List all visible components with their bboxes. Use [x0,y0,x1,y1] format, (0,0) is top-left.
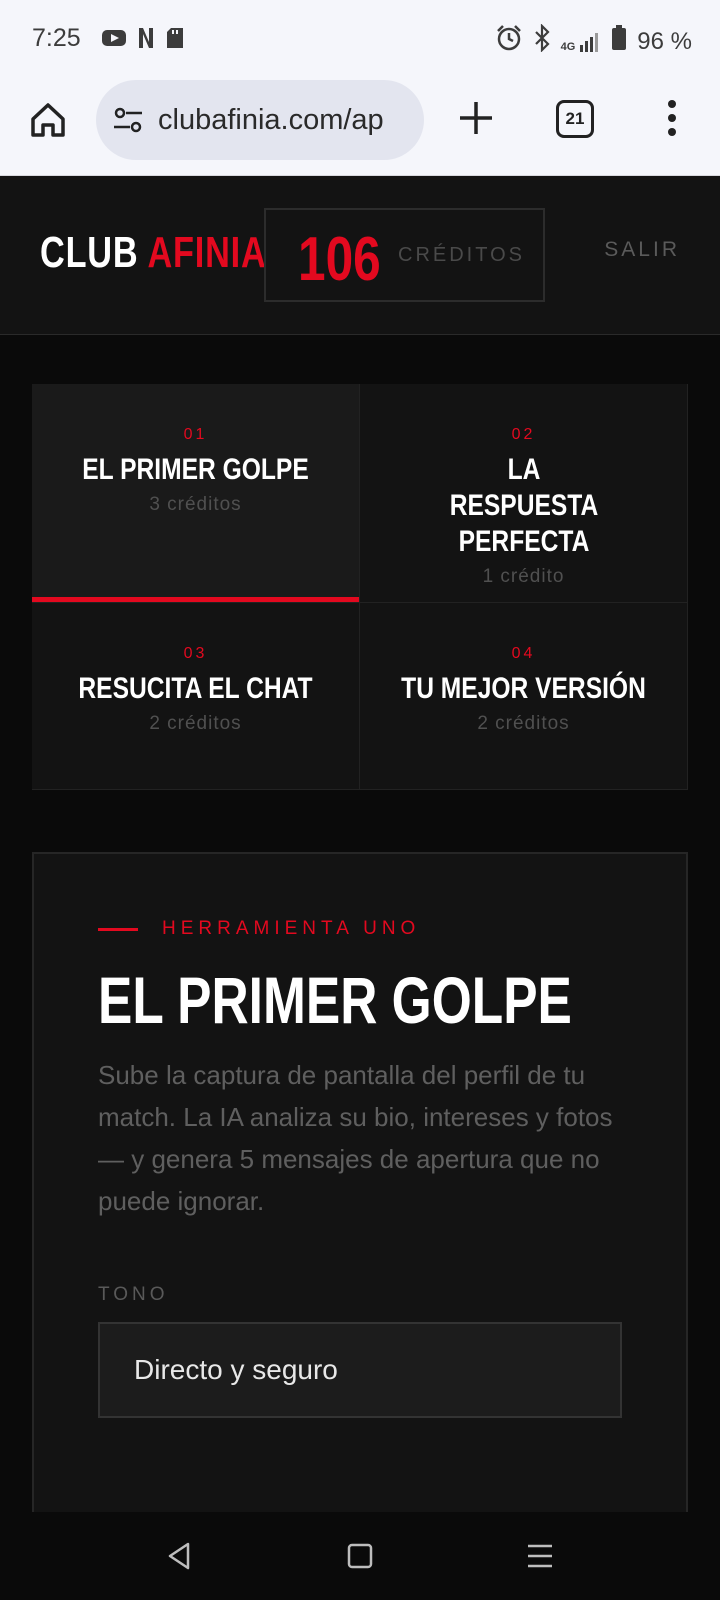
home-nav-button[interactable] [340,1536,380,1576]
browser-menu-button[interactable] [662,98,682,138]
tool-tile-primer-golpe[interactable]: 01 EL PRIMER GOLPE 3 créditos [32,384,360,603]
credits-label: CRÉDITOS [398,244,525,266]
home-button[interactable] [28,100,68,140]
tone-label: TONO [98,1284,169,1305]
brand-word-afinia: AFINIA [147,228,267,277]
tool-title: EL PRIMER GOLPE [82,453,309,486]
status-bar: 7:25 4G 96 % [0,0,720,80]
signal-icon: 4G [561,31,602,53]
plus-icon [460,102,492,134]
eyebrow-divider [98,927,138,931]
tool-tile-resucita-chat[interactable]: 03 RESUCITA EL CHAT 2 créditos [32,603,360,790]
tool-tile-mejor-version[interactable]: 04 TU MEJOR VERSIÓN 2 créditos [360,603,688,790]
alarm-icon [495,24,523,59]
new-tab-button[interactable] [456,98,496,138]
tool-number: 01 [183,426,208,443]
menu-lines-icon [528,1544,552,1568]
status-time: 7:25 [32,24,81,52]
brand-word-club: CLUB [40,228,139,277]
tool-tile-respuesta-perfecta[interactable]: 02 LA RESPUESTA PERFECTA 1 crédito [360,384,688,603]
netflix-icon [138,27,154,54]
tool-cost: 3 créditos [149,494,242,515]
tool-number: 02 [511,426,536,443]
url-text: clubafinia.com/ap [158,103,384,136]
battery-icon [611,25,627,58]
battery-percentage: 96 % [637,27,692,55]
tool-number: 03 [183,645,208,662]
square-icon [347,1543,373,1569]
back-button[interactable] [160,1536,200,1576]
bluetooth-icon [533,23,551,59]
youtube-icon [102,29,126,52]
tool-title: RESUCITA EL CHAT [78,672,313,705]
tool-panel: HERRAMIENTA UNO EL PRIMER GOLPE Sube la … [32,852,688,1512]
tab-switcher-button[interactable]: 21 [556,100,594,138]
home-icon [31,103,65,137]
browser-toolbar: clubafinia.com/ap 21 [0,80,720,176]
more-vertical-icon [668,100,676,136]
credits-counter: 106 CRÉDITOS [264,208,545,302]
logout-button[interactable]: SALIR [604,238,680,262]
tool-title: LA RESPUESTA PERFECTA [449,453,598,558]
app-header: CLUB AFINIA 106 CRÉDITOS SALIR [0,176,720,335]
tone-select[interactable]: Directo y seguro [98,1322,622,1418]
brand-logo[interactable]: CLUB AFINIA [40,228,267,278]
panel-description: Sube la captura de pantalla del perfil d… [98,1060,613,1216]
credits-value: 106 [298,225,381,294]
panel-eyebrow: HERRAMIENTA UNO [98,918,420,940]
tool-cost: 2 créditos [477,713,570,734]
tool-title: TU MEJOR VERSIÓN [401,672,646,705]
system-nav-bar [0,1512,720,1600]
tool-cost: 2 créditos [149,713,242,734]
network-type: 4G [560,40,576,53]
site-settings-icon[interactable] [112,104,144,136]
address-bar[interactable]: clubafinia.com/ap [96,80,424,160]
status-left-icons [102,27,184,54]
sd-card-icon [166,27,184,54]
panel-title: EL PRIMER GOLPE [98,963,572,1037]
back-triangle-icon [168,1542,190,1570]
tool-number: 04 [511,645,536,662]
eyebrow-text: HERRAMIENTA UNO [162,918,421,939]
tool-grid: 01 EL PRIMER GOLPE 3 créditos 02 LA RESP… [32,384,688,790]
tool-cost: 1 crédito [482,566,565,587]
recents-button[interactable] [520,1536,560,1576]
status-right-icons: 4G 96 % [495,23,692,59]
